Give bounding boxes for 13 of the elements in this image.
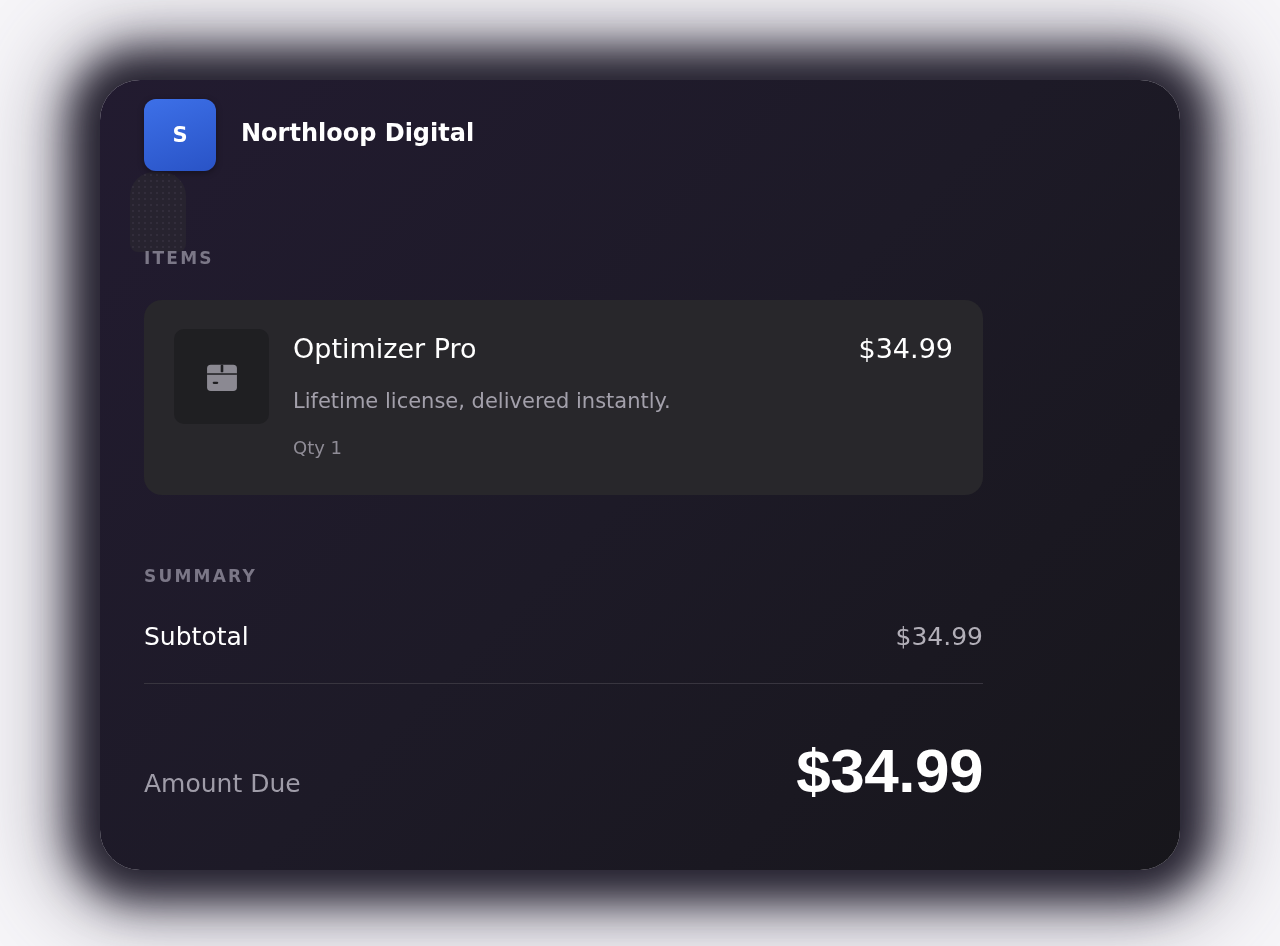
amount-due-value: $34.99	[796, 736, 983, 806]
section-heading: SUMMARY	[144, 566, 257, 586]
summary-label: Subtotal	[144, 622, 249, 652]
product-description: Lifetime license, delivered instantly.	[293, 388, 671, 415]
box-icon	[206, 362, 237, 391]
merchant-name: Northloop Digital	[241, 119, 475, 147]
product-name: Optimizer Pro	[293, 332, 477, 366]
merchant-logo: S	[144, 99, 216, 171]
product-quantity: Qty 1	[293, 437, 343, 459]
section-heading: ITEMS	[144, 248, 214, 268]
summary-value: $34.99	[895, 622, 983, 652]
amount-due-label: Amount Due	[144, 768, 301, 800]
product-price: $34.99	[858, 332, 953, 366]
